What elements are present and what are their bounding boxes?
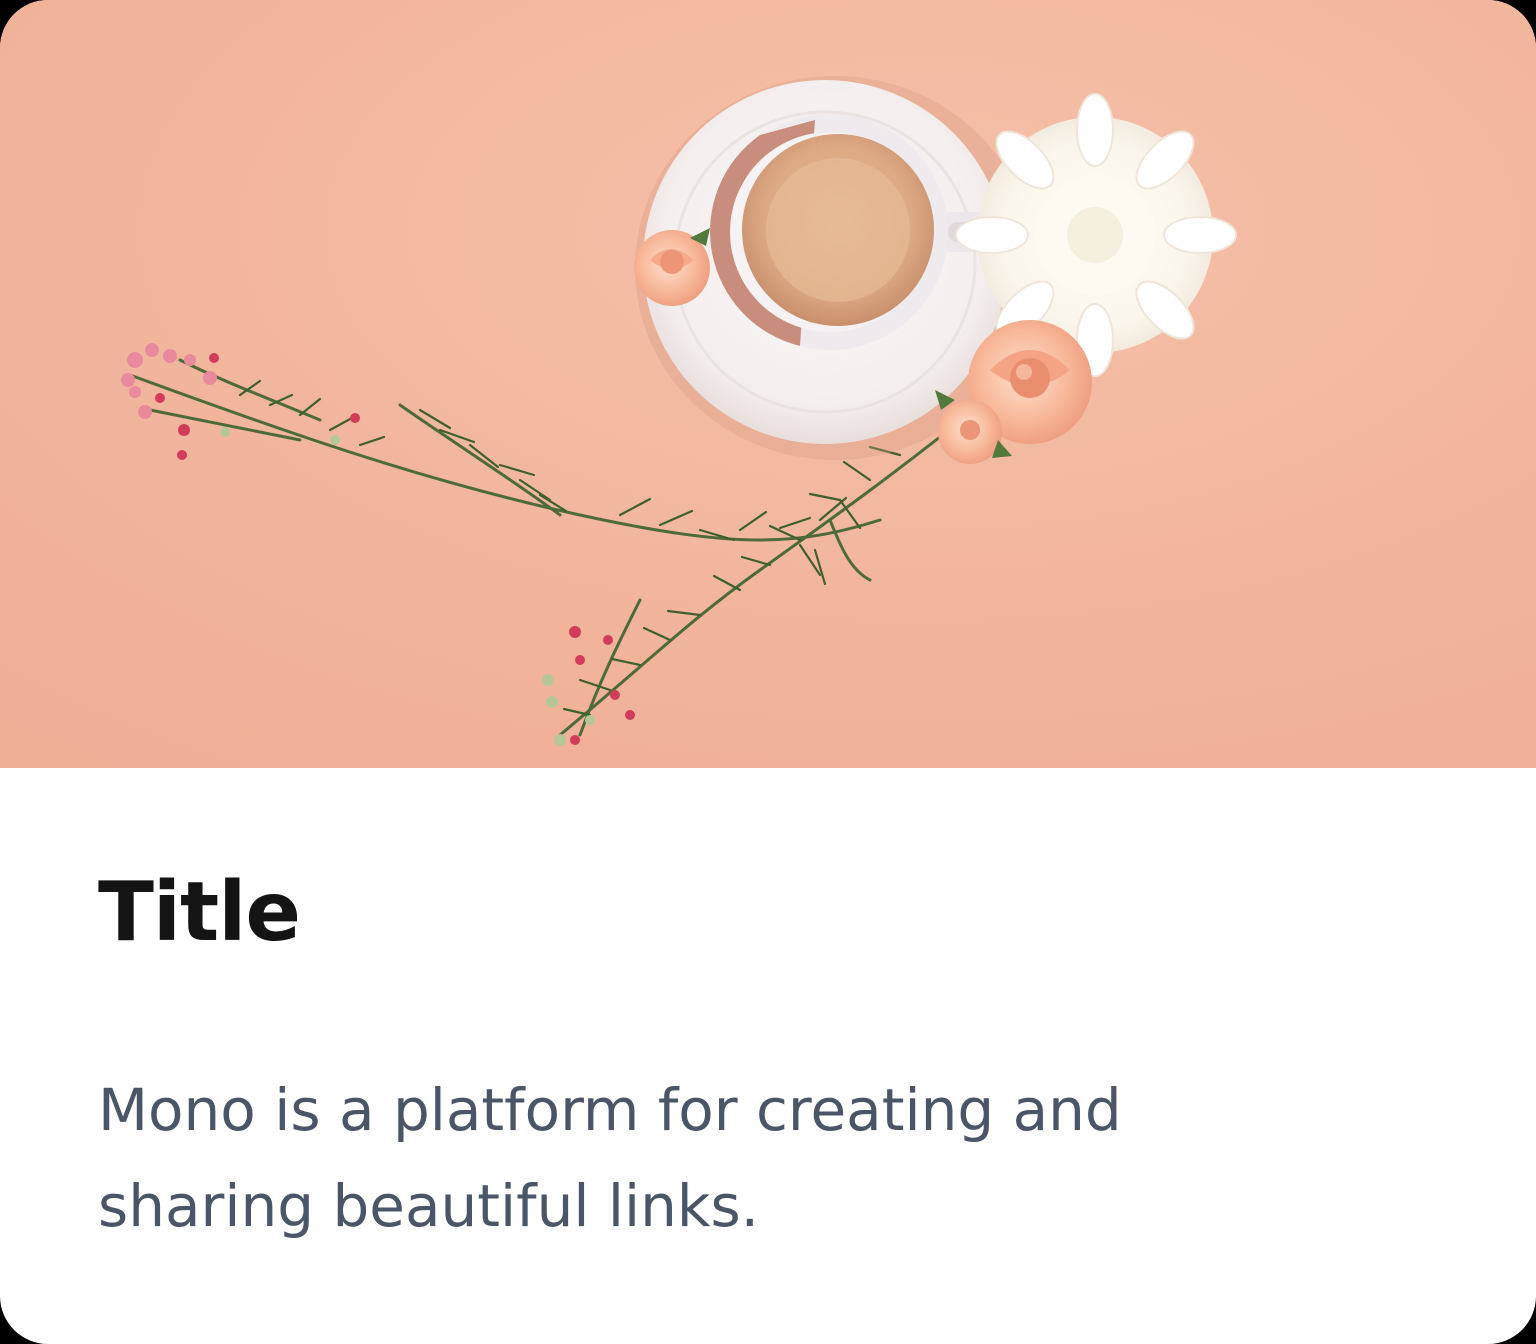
- card-title: Title: [98, 865, 301, 960]
- card-image: [0, 0, 1536, 768]
- link-card[interactable]: Title Mono is a platform for creating an…: [0, 0, 1536, 1344]
- card-content: Title Mono is a platform for creating an…: [98, 865, 1438, 1240]
- card-description: Mono is a platform for creating and shar…: [98, 1076, 1122, 1240]
